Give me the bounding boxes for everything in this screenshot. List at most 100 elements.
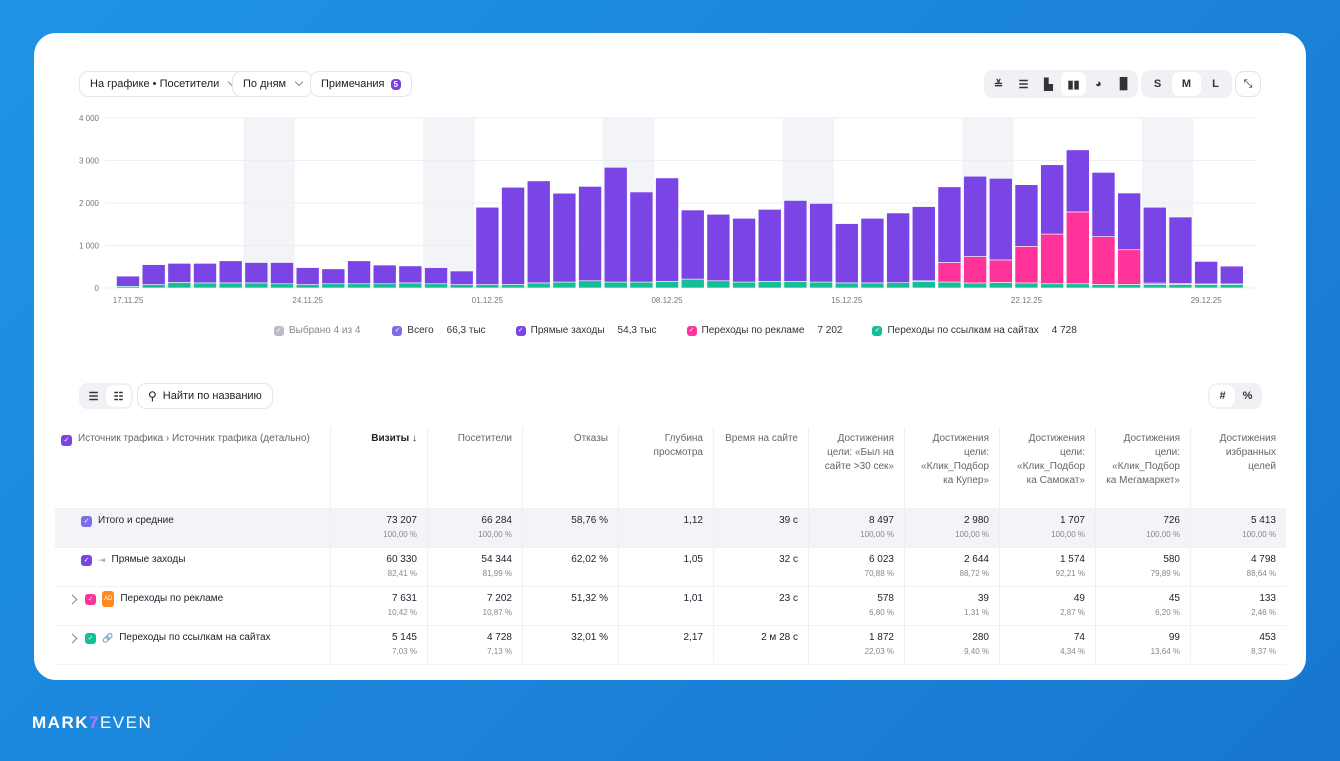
bar-links [911, 281, 936, 289]
bar-direct [706, 213, 731, 282]
legend-item-total[interactable]: ✓ Всего 66,3 тыс [392, 325, 486, 336]
cell-value: 280 [972, 632, 989, 643]
legend-item-direct[interactable]: ✓ Прямые заходы 54,3 тыс [515, 325, 657, 336]
table-cell: 45 6,20 % [1095, 587, 1190, 625]
expand-chevron-icon[interactable] [67, 594, 78, 604]
bar-direct [1220, 265, 1244, 285]
row-name: Итого и средние [98, 515, 174, 526]
bar-links [860, 282, 885, 289]
cell-value: 5 145 [391, 632, 417, 643]
bar-links [1220, 284, 1244, 289]
row-name: Переходы по рекламе [120, 593, 224, 604]
checkbox-icon[interactable]: ✓ [81, 515, 92, 527]
bar-links [1117, 284, 1141, 289]
cell-share: 100,00 % [860, 530, 894, 539]
bar-direct [963, 175, 987, 257]
column-header[interactable]: Достижения цели: «Клик_Подбор ка Купер» [904, 427, 999, 508]
column-header[interactable]: Отказы [522, 427, 618, 508]
checkbox-icon[interactable]: ✓ [81, 554, 92, 566]
percent-button[interactable]: % [1235, 385, 1260, 407]
report-card: На графике • Посетители По дням Примечан… [34, 33, 1306, 680]
bar-links [937, 281, 962, 289]
table-row[interactable]: ✓ Итого и средние 73 207 100,00 % 66 284 100,… [55, 509, 1286, 548]
bar-links [218, 282, 243, 289]
bar-links [757, 281, 782, 289]
y-tick-label: 2 000 [79, 199, 100, 208]
cell-share: 100,00 % [955, 530, 989, 539]
bar-direct [141, 264, 166, 285]
cell-value: 32 с [779, 554, 798, 565]
checkbox-icon[interactable]: ✓ [85, 632, 96, 644]
legend-label: Переходы по рекламе [701, 325, 805, 336]
cell-value: 2,17 [683, 632, 703, 643]
cell-value: 7 202 [486, 593, 512, 604]
bar-direct [629, 191, 654, 283]
bar-direct [680, 209, 705, 280]
bar-direct [1143, 206, 1167, 284]
column-header[interactable]: Посетители [427, 427, 522, 508]
bar-links [1194, 284, 1218, 289]
checkbox-icon[interactable]: ✓ [61, 435, 72, 446]
cell-value: 1,01 [683, 593, 703, 604]
bar-direct [321, 268, 346, 285]
column-header-label: Достижения цели: «Клик_Подбор ка Купер» [921, 433, 989, 486]
bar-links [244, 282, 269, 289]
cell-value: 51,32 % [571, 593, 608, 604]
bar-links [1091, 284, 1116, 289]
cell-share: 88,64 % [1246, 569, 1276, 578]
cell-value: 39 [977, 593, 989, 604]
legend-item-links[interactable]: ✓ Переходы по ссылкам на сайтах 4 728 [872, 325, 1077, 336]
absolute-button[interactable]: # [1210, 385, 1235, 407]
bar-direct [783, 200, 808, 282]
column-header[interactable]: Достижения цели: «Клик_Подбор ка Мегамар… [1095, 427, 1190, 508]
bar-direct [449, 270, 474, 285]
column-header[interactable]: Достижения цели: «Был на сайте >30 сек» [808, 427, 904, 508]
x-tick-label: 15.12.25 [831, 296, 863, 305]
view-mode-switcher: ☰ ☷ [79, 383, 133, 409]
checkbox-icon[interactable]: ✓ [85, 593, 96, 605]
checkbox-icon: ✓ [515, 325, 526, 336]
bar-direct [295, 267, 320, 285]
bar-links [732, 281, 756, 289]
table-cell: 4 798 88,64 % [1190, 548, 1286, 586]
x-tick-label: 01.12.25 [472, 296, 504, 305]
table-row[interactable]: ✓ AD Переходы по рекламе 7 631 10,42 % 7 202 1… [55, 587, 1286, 626]
column-header-label: Глубина просмотра [653, 433, 703, 458]
column-header[interactable]: Глубина просмотра [618, 427, 713, 508]
bar-direct [886, 212, 910, 283]
x-tick-label: 17.11.25 [113, 296, 144, 305]
search-input[interactable]: ⚲ Найти по названию [137, 383, 273, 409]
bar-ads [1014, 246, 1039, 284]
cell-value: 726 [1163, 515, 1180, 526]
legend-item-ads[interactable]: ✓ Переходы по рекламе 7 202 [686, 325, 842, 336]
cell-value: 2 644 [963, 554, 989, 565]
bar-direct [193, 263, 217, 284]
cell-value: 1,12 [683, 515, 703, 526]
column-header[interactable]: Время на сайте [713, 427, 808, 508]
bar-direct [552, 192, 577, 283]
cell-value: 58,76 % [571, 515, 608, 526]
bar-links [424, 283, 448, 289]
column-header[interactable]: Визиты ↓ [330, 427, 427, 508]
bar-direct [244, 262, 269, 284]
bar-direct [937, 186, 962, 263]
cell-value: 60 330 [386, 554, 417, 565]
table-row[interactable]: ✓ ⇥ Прямые заходы 60 330 82,41 % 54 344 81,99 … [55, 548, 1286, 587]
expand-chevron-icon[interactable] [67, 633, 78, 643]
legend-select-all[interactable]: ✓ Выбрано 4 из 4 [274, 325, 360, 336]
cell-value: 32,01 % [571, 632, 608, 643]
bar-links [193, 282, 217, 289]
scroll-fade [34, 656, 1306, 680]
row-name: Переходы по ссылкам на сайтах [119, 632, 271, 643]
y-tick-label: 1 000 [79, 242, 100, 251]
tree-list-icon[interactable]: ☷ [106, 385, 131, 407]
column-header[interactable]: ✓ Источник трафика › Источник трафика (де… [55, 427, 330, 508]
cell-value: 7 631 [391, 593, 417, 604]
checkbox-icon: ✓ [392, 325, 403, 336]
column-header[interactable]: Достижения избранных целей [1190, 427, 1286, 508]
flat-list-icon[interactable]: ☰ [81, 385, 106, 407]
x-tick-label: 08.12.25 [651, 296, 683, 305]
cell-value: 2 м 28 с [761, 632, 798, 643]
cell-share: 79,89 % [1150, 569, 1180, 578]
column-header[interactable]: Достижения цели: «Клик_Подбор ка Самокат… [999, 427, 1095, 508]
